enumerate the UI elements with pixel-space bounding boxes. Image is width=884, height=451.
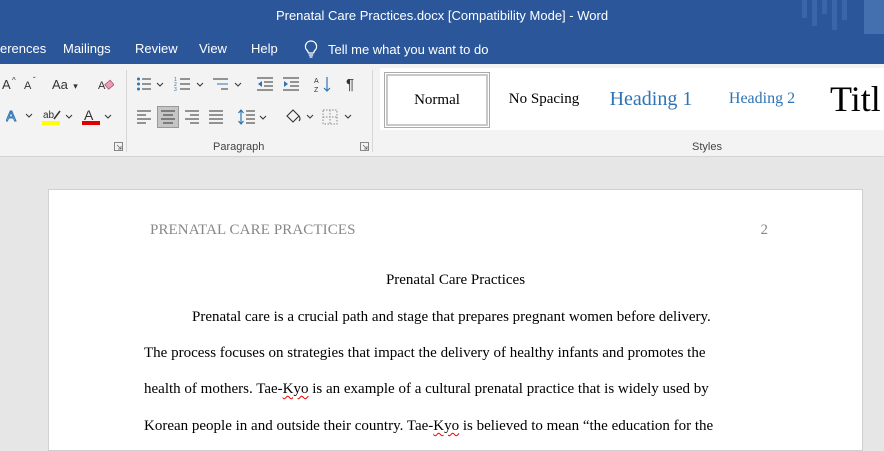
- style-no-spacing[interactable]: No Spacing: [498, 72, 590, 126]
- justify-icon: [209, 110, 223, 124]
- ribbon-tabs: erences Mailings Review View Help Tell m…: [0, 34, 884, 64]
- spelling-error-word[interactable]: Kyo: [433, 418, 459, 434]
- borders-button[interactable]: [322, 108, 354, 126]
- svg-text:A: A: [84, 108, 94, 123]
- multilevel-list-icon: [213, 78, 242, 90]
- line-spacing-icon: [238, 109, 267, 125]
- body-text: is believed to mean “the education for t…: [459, 418, 714, 434]
- svg-text:A: A: [6, 108, 16, 124]
- increase-indent-button[interactable]: [282, 76, 300, 92]
- body-text: Korean people in and outside their count…: [144, 418, 434, 434]
- decrease-indent-icon: [257, 77, 273, 91]
- sort-icon: A Z: [314, 77, 331, 93]
- clear-formatting-button[interactable]: A: [98, 77, 114, 93]
- body-line: Korean people in and outside their count…: [144, 418, 713, 435]
- svg-text:A: A: [98, 80, 106, 92]
- numbered-list-icon: 1 2 3: [174, 77, 204, 92]
- numbering-button[interactable]: 1 2 3: [174, 76, 206, 92]
- document-page[interactable]: PRENATAL CARE PRACTICES 2 Prenatal Care …: [48, 189, 863, 451]
- text-effects-button[interactable]: A: [6, 108, 34, 124]
- align-right-icon: [185, 110, 199, 124]
- tell-me-search[interactable]: Tell me what you want to do: [304, 39, 488, 59]
- bullets-button[interactable]: [136, 76, 166, 92]
- svg-text:A: A: [314, 78, 319, 85]
- document-canvas: PRENATAL CARE PRACTICES 2 Prenatal Care …: [0, 157, 884, 451]
- shading-button[interactable]: [284, 108, 316, 126]
- page-number: 2: [760, 222, 769, 238]
- align-center-button[interactable]: [157, 106, 179, 128]
- align-right-button[interactable]: [184, 110, 200, 124]
- body-text: health of mothers. Tae-: [144, 381, 283, 397]
- shrink-font-button[interactable]: A ˇ: [24, 76, 40, 92]
- chevron-down-icon: ▾: [73, 81, 78, 91]
- increase-indent-icon: [283, 77, 299, 91]
- show-formatting-button[interactable]: ¶: [346, 76, 354, 93]
- align-left-button[interactable]: [136, 110, 152, 124]
- align-left-icon: [137, 110, 151, 124]
- grow-font-button[interactable]: A ^: [2, 76, 20, 92]
- svg-text:ˇ: ˇ: [33, 76, 36, 85]
- body-text: is an example of a cultural prenatal pra…: [308, 381, 709, 397]
- decrease-indent-button[interactable]: [256, 76, 274, 92]
- font-color-icon: A: [82, 108, 112, 125]
- window-title: Prenatal Care Practices.docx [Compatibil…: [275, 8, 609, 23]
- sort-button[interactable]: A Z: [314, 75, 332, 93]
- style-heading-2[interactable]: Heading 2: [720, 72, 804, 126]
- svg-text:ab: ab: [43, 110, 55, 121]
- tab-view[interactable]: View: [199, 41, 227, 56]
- multilevel-list-button[interactable]: [212, 76, 244, 92]
- svg-text:A: A: [24, 80, 32, 92]
- svg-text:3: 3: [174, 87, 177, 92]
- title-bar: Prenatal Care Practices.docx [Compatibil…: [0, 0, 884, 34]
- highlighter-icon: ab: [42, 110, 73, 125]
- body-line: The process focuses on strategies that i…: [144, 345, 706, 361]
- styles-group-label: Styles: [692, 141, 722, 153]
- style-normal[interactable]: Normal: [384, 72, 490, 128]
- running-header: PRENATAL CARE PRACTICES: [150, 222, 356, 238]
- change-case-button[interactable]: Aa ▾: [52, 77, 78, 92]
- font-color-button[interactable]: A: [82, 108, 114, 126]
- borders-icon: [322, 109, 352, 125]
- body-line: health of mothers. Tae-Kyo is an example…: [144, 381, 709, 398]
- body-line: Prenatal care is a crucial path and stag…: [192, 309, 711, 325]
- tab-review[interactable]: Review: [135, 41, 178, 56]
- text-effects-icon: A: [6, 108, 33, 124]
- grow-font-icon: A ^: [2, 76, 16, 92]
- change-case-label: Aa: [52, 77, 68, 92]
- pilcrow-icon: ¶: [346, 76, 355, 93]
- style-title[interactable]: Titl: [830, 72, 884, 126]
- svg-text:Z: Z: [314, 87, 319, 93]
- paragraph-dialog-launcher-icon[interactable]: [360, 142, 369, 151]
- tab-references[interactable]: erences: [0, 41, 46, 56]
- group-separator: [372, 70, 373, 152]
- lightbulb-icon: [304, 40, 318, 58]
- paragraph-group-label: Paragraph: [213, 141, 265, 153]
- line-spacing-button[interactable]: [238, 108, 268, 126]
- styles-gallery: Normal No Spacing Heading 1 Heading 2 Ti…: [380, 68, 884, 130]
- ribbon-home: A ^ A ˇ Aa ▾ A A ab A 1 2 3 A Z ¶ Paragr…: [0, 64, 884, 157]
- tab-help[interactable]: Help: [251, 41, 278, 56]
- group-separator: [126, 70, 127, 152]
- shrink-font-icon: A ˇ: [24, 76, 36, 92]
- svg-text:A: A: [2, 77, 11, 92]
- eraser-icon: A: [98, 79, 114, 92]
- style-heading-1[interactable]: Heading 1: [602, 72, 700, 126]
- spelling-error-word[interactable]: Kyo: [283, 381, 309, 397]
- tell-me-label: Tell me what you want to do: [328, 41, 489, 57]
- justify-button[interactable]: [208, 110, 224, 124]
- font-dialog-launcher-icon[interactable]: [114, 142, 123, 151]
- document-title: Prenatal Care Practices: [385, 272, 526, 288]
- align-center-icon: [161, 110, 175, 124]
- paint-bucket-icon: [286, 109, 314, 123]
- tab-mailings[interactable]: Mailings: [63, 41, 111, 56]
- highlight-color-button[interactable]: ab: [42, 108, 74, 126]
- decorative-bars-icon: [802, 0, 884, 34]
- svg-text:^: ^: [12, 76, 16, 85]
- bullet-list-icon: [137, 77, 164, 91]
